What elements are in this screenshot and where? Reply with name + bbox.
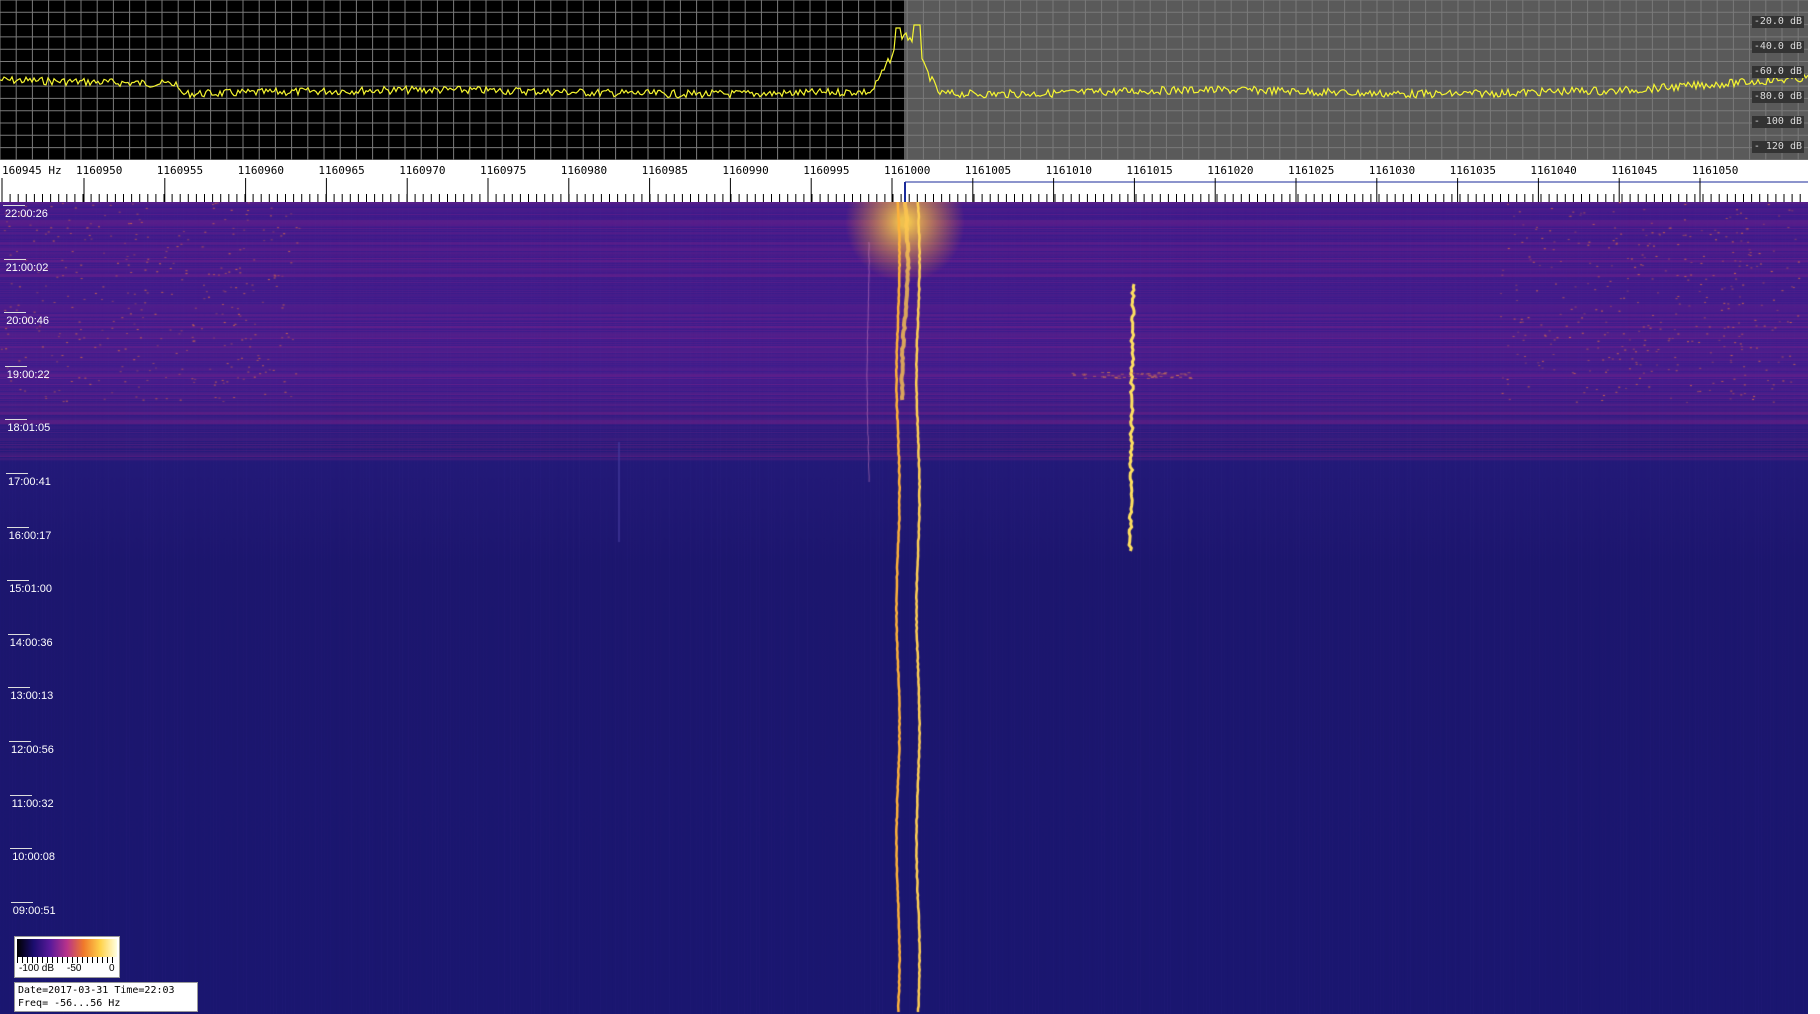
time-label: 22:00:26 — [3, 205, 48, 220]
frequency-tick-label: 1160960 — [237, 164, 284, 177]
frequency-tick-label: 1161005 — [964, 164, 1012, 177]
time-label: 09:00:51 — [10, 901, 56, 917]
time-label: 17:00:41 — [6, 473, 51, 488]
db-label: -80.0 dB — [1751, 91, 1804, 103]
frequency-tick-label: 1161010 — [1045, 164, 1092, 177]
colorbar-legend: -100 dB -50 0 — [14, 936, 120, 978]
time-label: 16:00:17 — [6, 526, 52, 542]
time-label: 21:00:02 — [3, 258, 49, 274]
frequency-tick-label: 1161030 — [1368, 164, 1416, 177]
time-label: 11:00:32 — [9, 794, 54, 810]
frequency-tick-label: 1160970 — [399, 164, 446, 177]
time-label: 10:00:08 — [10, 848, 56, 864]
time-label: 15:01:00 — [7, 580, 53, 596]
waterfall-display[interactable]: 22:00:26 21:00:02 20:00:46 19:00:22 18:01:05… — [0, 202, 1808, 1014]
spectrum-bg-right — [904, 0, 1808, 160]
frequency-tick-label: 1161045 — [1611, 164, 1658, 177]
frequency-tick-label: 1161025 — [1288, 164, 1335, 177]
colorbar-gradient — [17, 939, 117, 957]
colorbar-label-mid: -50 — [67, 963, 82, 974]
time-label: 14:00:36 — [7, 633, 53, 649]
time-label: 20:00:46 — [4, 312, 50, 328]
frequency-tick-label: 1160990 — [722, 164, 769, 177]
frequency-tick-label: 1161015 — [1126, 164, 1173, 177]
frequency-tick-label: 1161000 — [884, 164, 931, 177]
time-label: 12:00:56 — [9, 741, 54, 756]
db-label: - 120 dB — [1751, 141, 1804, 153]
time-label: 18:01:05 — [5, 419, 51, 435]
frequency-tick-label: 1160955 — [156, 164, 204, 177]
frequency-tick-label: 1160975 — [480, 164, 527, 177]
spectrum-plot — [0, 0, 1808, 160]
frequency-tick-label: 1160965 — [318, 164, 365, 177]
db-label: -40.0 dB — [1751, 41, 1804, 53]
waterfall-canvas — [0, 202, 1808, 1014]
info-box: Date=2017-03-31 Time=22:03 Freq= -56...5… — [14, 982, 198, 1012]
info-date-time: Date=2017-03-31 Time=22:03 — [18, 985, 175, 996]
spectrum-panel[interactable]: -20.0 dB -40.0 dB -60.0 dB -80.0 dB - 100 dB… — [0, 0, 1808, 160]
frequency-ruler[interactable]: 160945 Hz 1160950 1160955 1160960 1160965 116… — [0, 160, 1808, 202]
time-label: 13:00:13 — [8, 687, 54, 703]
frequency-tick-label: 160945 Hz — [2, 164, 62, 177]
frequency-tick-label: 1161050 — [1692, 164, 1739, 177]
frequency-tick-label: 1160995 — [803, 164, 850, 177]
colorbar-label-max: 0 — [109, 963, 115, 974]
spectrum-bg-left — [0, 0, 904, 160]
frequency-tick-label: 1161020 — [1207, 164, 1254, 177]
frequency-tick-label: 1160985 — [641, 164, 688, 177]
frequency-tick-label: 1160980 — [560, 164, 608, 177]
db-label: -60.0 dB — [1751, 66, 1804, 78]
frequency-tick-label: 1160950 — [76, 164, 123, 177]
time-label: 19:00:22 — [4, 365, 50, 381]
colorbar-label-min: -100 dB — [19, 963, 55, 974]
ruler-minor-ticks — [1, 194, 1801, 202]
frequency-tick-label: 1161035 — [1449, 164, 1496, 177]
frequency-tick-label: 1161040 — [1530, 164, 1577, 177]
right-edge — [1808, 0, 1820, 1014]
info-frequency: Freq= -56...56 Hz — [18, 998, 121, 1009]
db-label: -20.0 dB — [1751, 16, 1804, 28]
db-label: - 100 dB — [1751, 116, 1804, 128]
